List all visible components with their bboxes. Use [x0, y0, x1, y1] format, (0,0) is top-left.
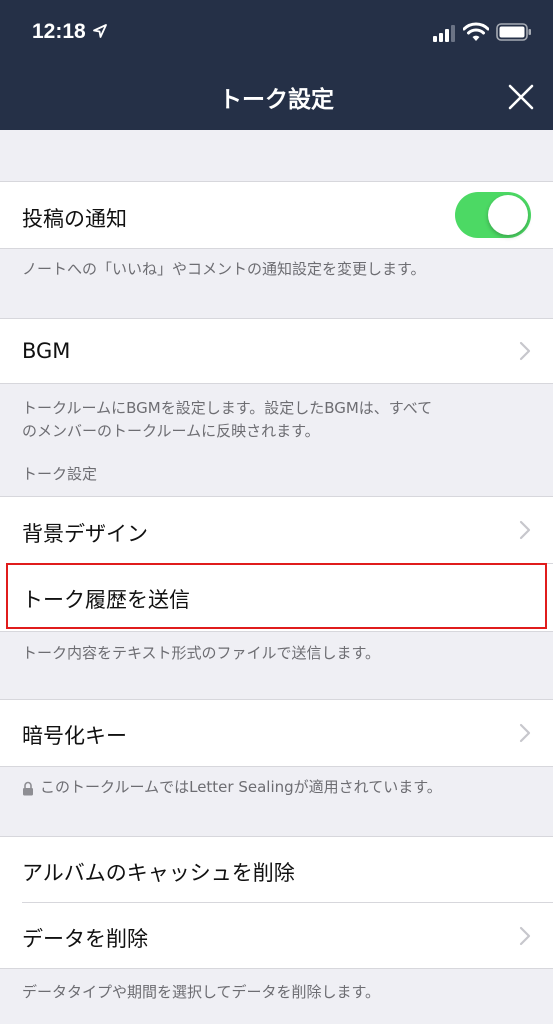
toggle-knob	[488, 195, 528, 235]
post-notification-label: 投稿の通知	[22, 207, 127, 231]
chevron-right-icon	[519, 926, 531, 946]
divider	[0, 631, 553, 632]
send-talk-history-row[interactable]: トーク履歴を送信	[0, 564, 553, 631]
bgm-description-line2: のメンバーのトークルームに反映されます。	[22, 422, 320, 440]
background-design-label: 背景デザイン	[22, 522, 148, 546]
battery-icon	[496, 23, 531, 41]
delete-data-description: データタイプや期間を選択してデータを削除します。	[22, 983, 381, 1001]
delete-album-cache-row[interactable]: アルバムのキャッシュを削除	[0, 837, 553, 902]
encryption-description: このトークルームではLetter Sealingが適用されています。	[40, 778, 442, 796]
chevron-right-icon	[519, 520, 531, 540]
status-time: 12:18	[32, 20, 86, 43]
delete-album-cache-label: アルバムのキャッシュを削除	[22, 861, 295, 885]
page-title: トーク設定	[219, 87, 334, 113]
lock-icon	[23, 781, 33, 796]
app-header: 12:18 トーク設定	[0, 0, 553, 130]
divider	[0, 968, 553, 969]
divider	[0, 248, 553, 249]
delete-data-label: データを削除	[22, 927, 148, 951]
talk-settings-section-header: トーク設定	[22, 465, 98, 483]
close-icon[interactable]	[506, 82, 536, 112]
delete-data-row[interactable]: データを削除	[0, 903, 553, 968]
talk-settings-group: 背景デザイン トーク履歴を送信	[0, 497, 553, 631]
location-arrow-icon	[93, 24, 107, 38]
post-notification-description: ノートへの「いいね」やコメントの通知設定を変更します。	[22, 260, 426, 278]
send-talk-history-label: トーク履歴を送信	[22, 588, 190, 612]
bgm-description-line1: トークルームにBGMを設定します。設定したBGMは、すべて	[22, 399, 433, 417]
signal-strength-icon	[433, 25, 455, 42]
send-talk-history-description: トーク内容をテキスト形式のファイルで送信します。	[22, 644, 381, 662]
encryption-key-row[interactable]: 暗号化キー	[0, 700, 553, 766]
encryption-key-label: 暗号化キー	[22, 724, 127, 748]
chevron-right-icon	[519, 341, 531, 361]
wifi-icon	[463, 22, 489, 41]
background-design-row[interactable]: 背景デザイン	[0, 497, 553, 563]
bgm-row[interactable]: BGM	[0, 319, 553, 383]
chevron-right-icon	[519, 723, 531, 743]
bgm-label: BGM	[22, 339, 71, 363]
post-notification-toggle[interactable]	[455, 192, 531, 238]
delete-group: アルバムのキャッシュを削除 データを削除	[0, 837, 553, 968]
post-notification-row: 投稿の通知	[0, 182, 553, 248]
status-bar: 12:18	[0, 0, 553, 66]
divider	[0, 766, 553, 767]
divider	[0, 383, 553, 384]
